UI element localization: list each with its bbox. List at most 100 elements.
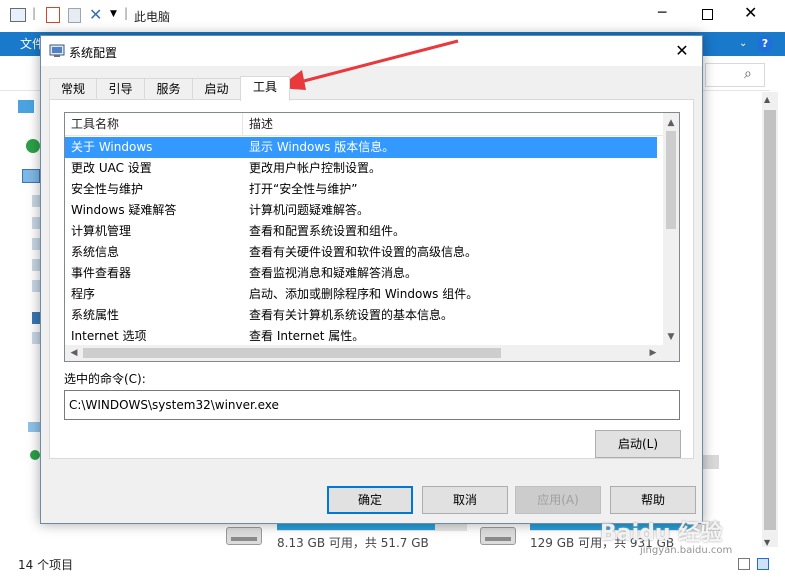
help-button[interactable]: 帮助	[610, 486, 696, 514]
list-horizontal-scrollbar-thumb[interactable]	[83, 348, 501, 358]
nav-icon-quick-access[interactable]	[18, 100, 34, 113]
scroll-right-icon[interactable]: ▶	[645, 345, 661, 361]
nav-icon-folder-7[interactable]	[32, 332, 40, 344]
search-box[interactable]	[705, 63, 765, 87]
tools-list[interactable]: 工具名称 描述 关于 Windows 显示 Windows 版本信息。 更改 U…	[64, 112, 680, 362]
selected-command-label: 选中的命令(C):	[64, 372, 146, 386]
tab-general[interactable]: 常规	[49, 78, 97, 99]
msconfig-icon	[49, 44, 65, 57]
cancel-button[interactable]: 取消	[422, 486, 508, 514]
list-item[interactable]: 系统信息 查看有关硬件设置和软件设置的高级信息。	[65, 242, 657, 263]
launch-button[interactable]: 启动(L)	[595, 430, 681, 458]
drive-progress-bg-right	[703, 455, 719, 469]
help-icon[interactable]: ?	[757, 36, 773, 52]
nav-icon-folder-6[interactable]	[32, 312, 40, 324]
list-item[interactable]: 程序 启动、添加或删除程序和 Windows 组件。	[65, 284, 657, 305]
title-separator: |	[124, 6, 129, 20]
tool-name: 关于 Windows	[71, 140, 153, 154]
explorer-titlebar: | ✕ ▼ | 此电脑 ─ ✕	[0, 0, 785, 32]
tool-description: 查看和配置系统设置和组件。	[249, 224, 406, 238]
search-icon[interactable]: ⌕	[744, 66, 752, 82]
navigation-pane	[0, 92, 40, 547]
tool-name: 安全性与维护	[71, 182, 144, 196]
baidu-watermark-url: jingyan.baidu.com	[640, 545, 733, 556]
close-icon[interactable]: ✕	[744, 3, 757, 22]
list-item[interactable]: 事件查看器 查看监视消息和疑难解答消息。	[65, 263, 657, 284]
list-item[interactable]: 关于 Windows 显示 Windows 版本信息。	[65, 137, 657, 158]
explorer-scroll-down-icon[interactable]: ▼	[764, 538, 770, 547]
tool-name: 系统信息	[71, 245, 120, 259]
tools-tab-page: 工具名称 描述 关于 Windows 显示 Windows 版本信息。 更改 U…	[49, 99, 694, 459]
status-bar	[0, 552, 785, 582]
tool-description: 打开“安全性与维护”	[249, 182, 358, 196]
system-configuration-dialog: 系统配置 ✕ 常规 引导 服务 启动 工具 工具名称 描述 关于 Windows…	[40, 35, 703, 524]
new-folder-icon[interactable]	[68, 8, 81, 23]
baidu-watermark: Baidu 经验	[600, 521, 723, 546]
explorer-title: 此电脑	[134, 10, 171, 24]
nav-icon-drive[interactable]	[28, 422, 40, 432]
nav-icon-folder-3[interactable]	[32, 238, 40, 250]
list-item[interactable]: 更改 UAC 设置 更改用户帐户控制设置。	[65, 158, 657, 179]
list-item[interactable]: 计算机管理 查看和配置系统设置和组件。	[65, 221, 657, 242]
tool-description: 查看有关计算机系统设置的基本信息。	[249, 308, 454, 322]
customize-toolbar-icon[interactable]: ▼	[110, 9, 117, 19]
list-header: 工具名称 描述	[65, 113, 665, 136]
list-item[interactable]: Windows 疑难解答 计算机问题疑难解答。	[65, 200, 657, 221]
nav-icon-folder-5[interactable]	[32, 280, 40, 292]
list-item[interactable]: 系统属性 查看有关计算机系统设置的基本信息。	[65, 305, 657, 326]
tab-services[interactable]: 服务	[144, 78, 193, 99]
dialog-title: 系统配置	[69, 46, 118, 60]
ribbon-expand-icon[interactable]: ⌄	[739, 38, 747, 49]
column-header-tool-name[interactable]: 工具名称	[65, 113, 243, 135]
quick-access-toolbar: |	[32, 6, 37, 20]
explorer-scrollbar-thumb[interactable]	[764, 110, 776, 530]
scroll-up-icon[interactable]: ▲	[663, 115, 679, 131]
ok-button[interactable]: 确定	[327, 486, 413, 514]
drive-c-info: 8.13 GB 可用，共 51.7 GB	[277, 536, 429, 550]
column-header-description[interactable]: 描述	[243, 113, 665, 135]
nav-icon-this-pc[interactable]	[22, 169, 40, 183]
nav-icon-folder-4[interactable]	[32, 259, 40, 271]
minimize-icon[interactable]: ─	[658, 5, 666, 21]
file-tab[interactable]: 文件	[0, 32, 44, 56]
tiles-view-icon[interactable]	[757, 558, 769, 570]
scrollbar-corner	[663, 345, 679, 361]
nav-icon-folder-2[interactable]	[32, 217, 40, 229]
maximize-icon[interactable]	[702, 9, 713, 20]
explorer-app-icon	[10, 8, 26, 22]
tool-name: Windows 疑难解答	[71, 203, 177, 217]
dialog-titlebar[interactable]: 系统配置 ✕	[41, 36, 702, 66]
tool-description: 查看有关硬件设置和软件设置的高级信息。	[249, 245, 478, 259]
delete-icon[interactable]: ✕	[89, 5, 102, 24]
tool-name: 计算机管理	[71, 224, 132, 238]
apply-button[interactable]: 应用(A)	[515, 486, 601, 514]
tool-name: 系统属性	[71, 308, 120, 322]
tool-name: 事件查看器	[71, 266, 132, 280]
list-item[interactable]: Internet 选项 查看 Internet 属性。	[65, 326, 657, 347]
drive-c-icon[interactable]	[226, 527, 262, 545]
nav-icon-folder-1[interactable]	[32, 195, 40, 207]
drive-d-icon[interactable]	[480, 527, 516, 545]
nav-icon-network[interactable]	[26, 139, 40, 153]
explorer-scroll-up-icon[interactable]: ▲	[764, 95, 770, 104]
tab-tools[interactable]: 工具	[240, 76, 290, 101]
tab-startup[interactable]: 启动	[192, 78, 241, 99]
properties-icon[interactable]	[46, 7, 60, 23]
selected-command-field[interactable]: C:\WINDOWS\system32\winver.exe	[64, 390, 680, 420]
tool-description: 更改用户帐户控制设置。	[249, 161, 382, 175]
scroll-left-icon[interactable]: ◀	[66, 345, 82, 361]
list-vertical-scrollbar-thumb[interactable]	[666, 131, 676, 229]
tool-description: 查看 Internet 属性。	[249, 329, 365, 343]
nav-icon-network-2[interactable]	[30, 450, 40, 460]
dialog-close-button[interactable]: ✕	[670, 40, 694, 62]
details-view-icon[interactable]	[738, 558, 750, 570]
tool-description: 显示 Windows 版本信息。	[249, 140, 395, 154]
tool-description: 计算机问题疑难解答。	[249, 203, 370, 217]
tool-description: 启动、添加或删除程序和 Windows 组件。	[249, 287, 479, 301]
list-item[interactable]: 安全性与维护 打开“安全性与维护”	[65, 179, 657, 200]
tool-name: 更改 UAC 设置	[71, 161, 152, 175]
status-item-count: 14 个项目	[18, 558, 74, 572]
tab-boot[interactable]: 引导	[96, 78, 145, 99]
scroll-down-icon[interactable]: ▼	[663, 329, 679, 345]
tool-name: Internet 选项	[71, 329, 147, 343]
